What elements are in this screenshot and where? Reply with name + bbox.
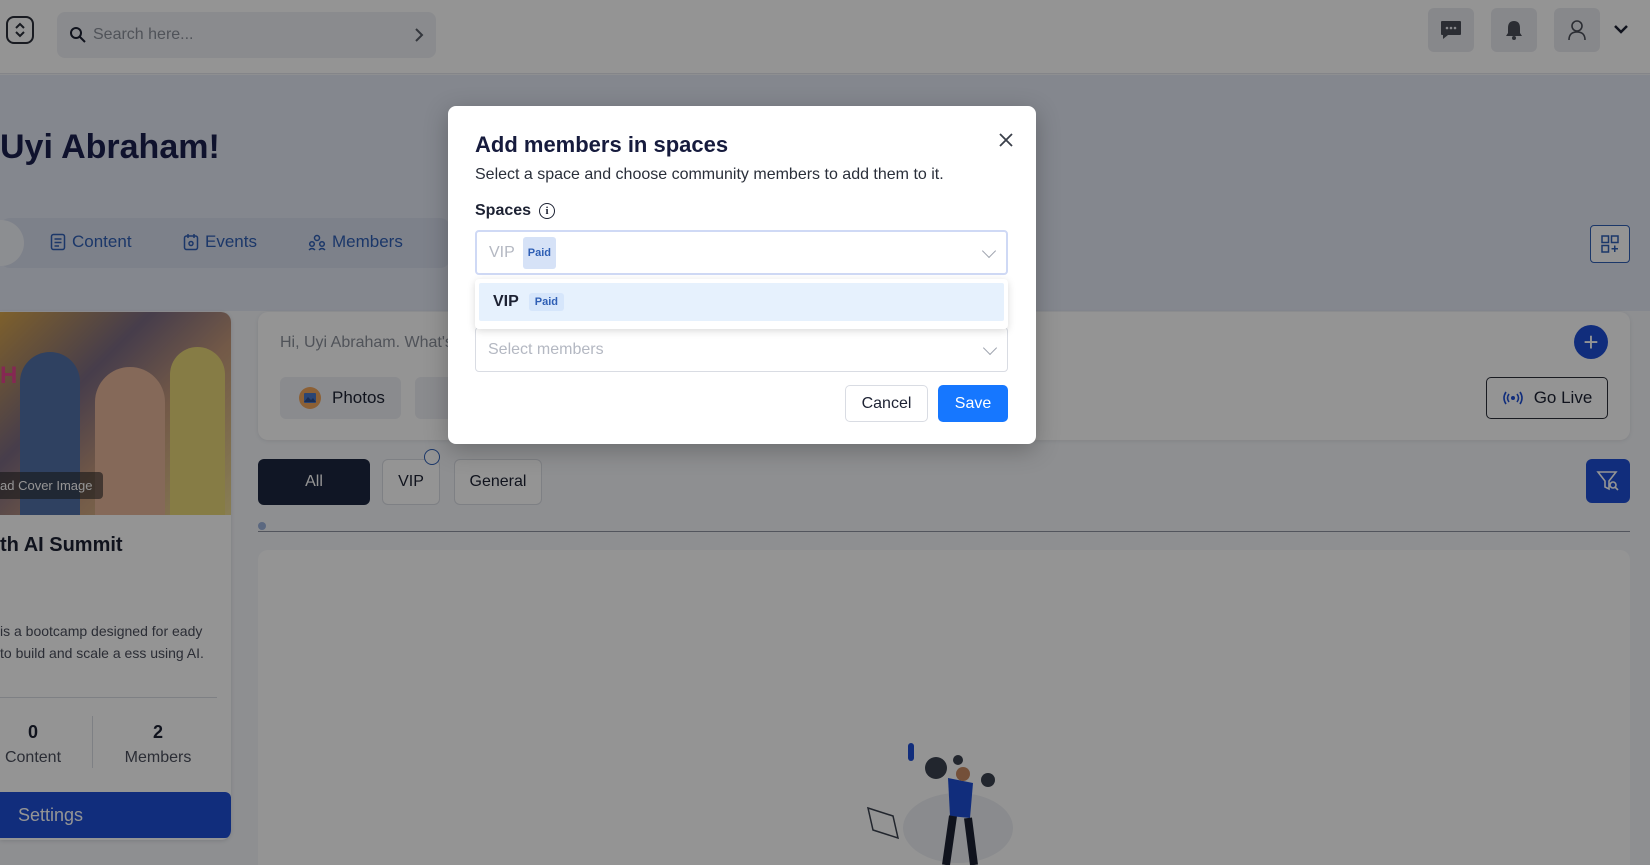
save-button[interactable]: Save: [938, 385, 1008, 422]
add-members-modal: Add members in spaces Select a space and…: [448, 106, 1036, 444]
modal-subtitle: Select a space and choose community memb…: [475, 166, 944, 183]
cancel-button[interactable]: Cancel: [845, 385, 928, 422]
spaces-dropdown: VIP Paid: [475, 279, 1008, 329]
modal-title: Add members in spaces: [475, 132, 729, 157]
chevron-down-icon: [981, 243, 997, 258]
spaces-select[interactable]: VIP Paid: [475, 230, 1008, 275]
info-icon[interactable]: i: [539, 203, 556, 219]
close-icon[interactable]: [994, 128, 1018, 152]
members-select[interactable]: Select members: [475, 327, 1008, 372]
option-label: VIP: [493, 293, 519, 310]
paid-badge: Paid: [528, 293, 565, 311]
chevron-down-icon: [982, 340, 998, 355]
spaces-label: Spaces i: [475, 202, 556, 220]
dropdown-option-vip[interactable]: VIP Paid: [479, 283, 1004, 321]
spaces-select-value: VIP: [489, 243, 515, 261]
paid-badge: Paid: [522, 236, 557, 269]
members-select-placeholder: Select members: [488, 340, 604, 358]
spaces-label-text: Spaces: [475, 202, 532, 219]
